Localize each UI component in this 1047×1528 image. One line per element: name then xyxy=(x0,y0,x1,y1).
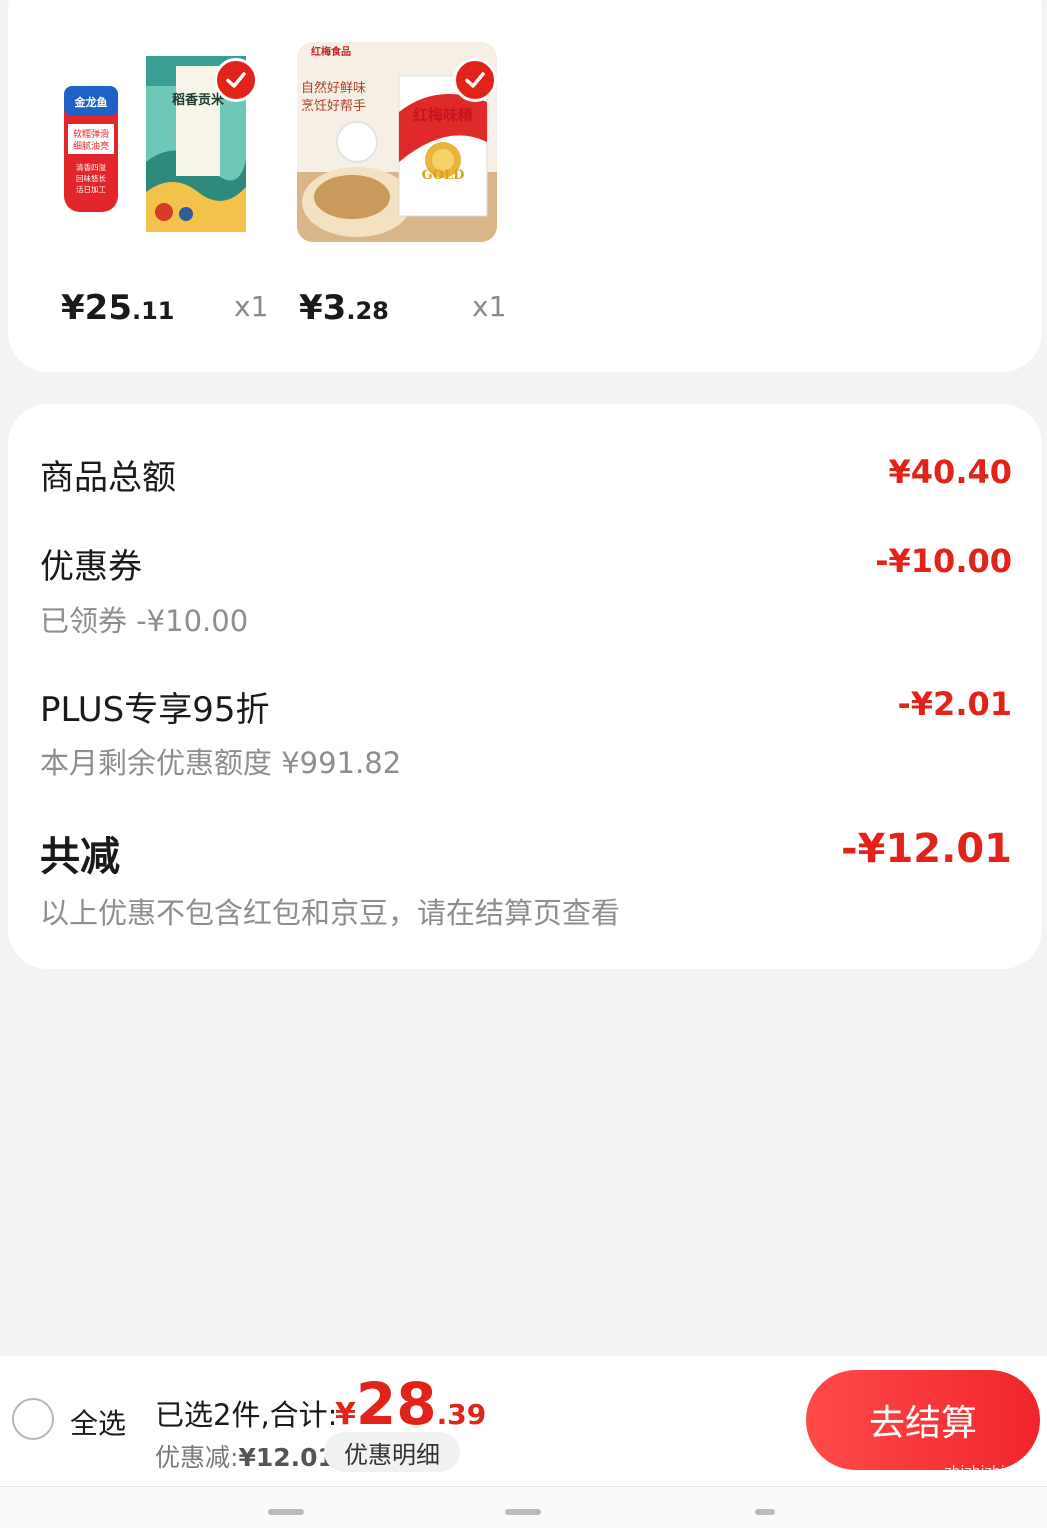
coupon-sub: 已领券 -¥10.00 xyxy=(40,604,249,638)
plus-discount-value: -¥2.01 xyxy=(897,685,1013,723)
product-qty-rice: x1 xyxy=(234,290,269,323)
plus-discount-label: PLUS专享95折 xyxy=(40,690,270,730)
msg-brand-label: 红梅食品 xyxy=(311,45,351,58)
svg-text:细腻油亮: 细腻油亮 xyxy=(73,140,109,152)
checkout-bar: 全选 已选2件,合计: ¥28.39 优惠减:¥12.01 优惠明细 去结算 z… xyxy=(0,1356,1047,1486)
rice-tag-brand: 金龙鱼 xyxy=(74,95,108,109)
msg-bag-badge: GOLD xyxy=(422,168,465,183)
svg-text:回味悠长: 回味悠长 xyxy=(76,173,106,183)
svg-text:清香四溢: 清香四溢 xyxy=(76,162,106,172)
select-all-label[interactable]: 全选 xyxy=(70,1402,126,1442)
plus-remaining-quota: 本月剩余优惠额度 ¥991.82 xyxy=(40,746,402,780)
price-summary-card: 商品总额 ¥40.40 优惠券 -¥10.00 已领券 -¥10.00 PLUS… xyxy=(8,404,1042,969)
product-item-msg[interactable]: 红梅食品 自然好鲜味 烹饪好帮手 红梅味精 GOLD xyxy=(297,42,497,242)
msg-bag-title: 红梅味精 xyxy=(413,106,473,124)
nav-home-icon[interactable] xyxy=(505,1509,541,1515)
watermark: zhizhizhi.com xyxy=(944,1464,1039,1480)
total-reduction-value: -¥12.01 xyxy=(841,826,1012,872)
discount-note: 以上优惠不包含红包和京豆，请在结算页查看 xyxy=(40,896,621,930)
product-item-rice[interactable]: 金龙鱼 软糯弹滑 细腻油亮 清香四溢 回味悠长 活日加工 稻香贡米 xyxy=(58,42,258,242)
nav-menu-icon[interactable] xyxy=(268,1509,304,1515)
coupon-value: -¥10.00 xyxy=(875,542,1012,580)
product-selected-check-icon[interactable] xyxy=(453,58,497,102)
nav-back-icon[interactable] xyxy=(755,1509,775,1515)
products-card: 金龙鱼 软糯弹滑 细腻油亮 清香四溢 回味悠长 活日加工 稻香贡米 红梅食品 自… xyxy=(8,0,1042,372)
system-nav-bar xyxy=(0,1486,1047,1528)
svg-text:软糯弹滑: 软糯弹滑 xyxy=(73,128,109,140)
rice-bag-title: 稻香贡米 xyxy=(172,92,225,108)
discount-summary: 优惠减:¥12.01 xyxy=(155,1443,335,1472)
product-price-msg: ¥3.28 xyxy=(299,288,389,328)
select-all-radio[interactable] xyxy=(12,1398,54,1440)
product-price-rice: ¥25.11 xyxy=(61,288,175,328)
cart-total: ¥28.39 xyxy=(335,1370,487,1438)
product-selected-check-icon[interactable] xyxy=(214,58,258,102)
svg-text:活日加工: 活日加工 xyxy=(76,184,106,194)
checkout-button[interactable]: 去结算 xyxy=(806,1370,1040,1470)
goods-total-value: ¥40.40 xyxy=(888,453,1012,491)
selected-count-text: 已选2件,合计: xyxy=(155,1398,338,1432)
discount-detail-button[interactable]: 优惠明细 xyxy=(324,1432,460,1472)
svg-text:自然好鲜味: 自然好鲜味 xyxy=(301,80,366,96)
goods-total-label: 商品总额 xyxy=(40,458,176,498)
total-reduction-label: 共减 xyxy=(40,834,120,880)
svg-text:烹饪好帮手: 烹饪好帮手 xyxy=(301,99,366,114)
product-qty-msg: x1 xyxy=(472,290,507,323)
coupon-label: 优惠券 xyxy=(40,547,142,587)
